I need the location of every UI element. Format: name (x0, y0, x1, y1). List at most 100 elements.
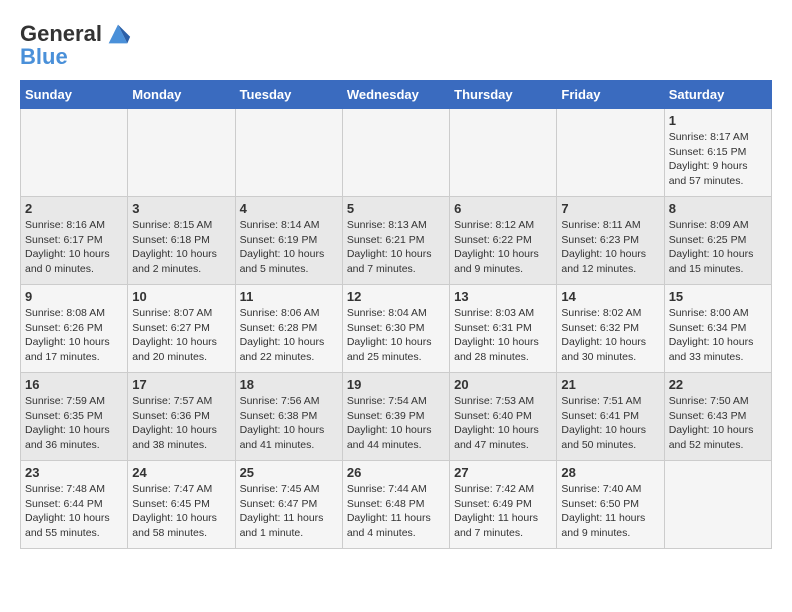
day-number: 11 (240, 289, 338, 304)
calendar-cell: 17 Sunrise: 7:57 AM Sunset: 6:36 PM Dayli… (128, 373, 235, 461)
day-info: Sunrise: 8:04 AM Sunset: 6:30 PM Dayligh… (347, 306, 445, 365)
calendar-cell: 19 Sunrise: 7:54 AM Sunset: 6:39 PM Dayli… (342, 373, 449, 461)
calendar-cell (450, 109, 557, 197)
day-header-sunday: Sunday (21, 81, 128, 109)
day-number: 2 (25, 201, 123, 216)
calendar-cell: 11 Sunrise: 8:06 AM Sunset: 6:28 PM Dayli… (235, 285, 342, 373)
day-number: 10 (132, 289, 230, 304)
day-number: 13 (454, 289, 552, 304)
logo-text: General (20, 22, 102, 46)
day-info: Sunrise: 7:56 AM Sunset: 6:38 PM Dayligh… (240, 394, 338, 453)
page-header: General Blue (20, 20, 772, 70)
day-number: 6 (454, 201, 552, 216)
calendar-table: SundayMondayTuesdayWednesdayThursdayFrid… (20, 80, 772, 549)
calendar-cell: 8Sunrise: 8:09 AM Sunset: 6:25 PM Daylig… (664, 197, 771, 285)
calendar-cell: 25Sunrise: 7:45 AM Sunset: 6:47 PM Dayli… (235, 461, 342, 549)
calendar-cell (235, 109, 342, 197)
logo-icon (104, 20, 132, 48)
day-info: Sunrise: 8:11 AM Sunset: 6:23 PM Dayligh… (561, 218, 659, 277)
calendar-cell: 21Sunrise: 7:51 AM Sunset: 6:41 PM Dayli… (557, 373, 664, 461)
day-header-wednesday: Wednesday (342, 81, 449, 109)
day-info: Sunrise: 7:57 AM Sunset: 6:36 PM Dayligh… (132, 394, 230, 453)
day-info: Sunrise: 7:53 AM Sunset: 6:40 PM Dayligh… (454, 394, 552, 453)
calendar-cell: 14Sunrise: 8:02 AM Sunset: 6:32 PM Dayli… (557, 285, 664, 373)
day-info: Sunrise: 8:15 AM Sunset: 6:18 PM Dayligh… (132, 218, 230, 277)
day-info: Sunrise: 8:00 AM Sunset: 6:34 PM Dayligh… (669, 306, 767, 365)
calendar-cell: 3 Sunrise: 8:15 AM Sunset: 6:18 PM Daylig… (128, 197, 235, 285)
calendar-cell: 7 Sunrise: 8:11 AM Sunset: 6:23 PM Daylig… (557, 197, 664, 285)
calendar-cell: 20 Sunrise: 7:53 AM Sunset: 6:40 PM Dayli… (450, 373, 557, 461)
calendar-cell: 22 Sunrise: 7:50 AM Sunset: 6:43 PM Dayli… (664, 373, 771, 461)
day-number: 22 (669, 377, 767, 392)
day-info: Sunrise: 8:13 AM Sunset: 6:21 PM Dayligh… (347, 218, 445, 277)
day-number: 1 (669, 113, 767, 128)
calendar-cell (557, 109, 664, 197)
week-row: 16 Sunrise: 7:59 AM Sunset: 6:35 PM Dayli… (21, 373, 772, 461)
day-number: 14 (561, 289, 659, 304)
day-info: Sunrise: 8:14 AM Sunset: 6:19 PM Dayligh… (240, 218, 338, 277)
day-info: Sunrise: 8:17 AM Sunset: 6:15 PM Dayligh… (669, 130, 767, 189)
day-info: Sunrise: 8:08 AM Sunset: 6:26 PM Dayligh… (25, 306, 123, 365)
day-number: 23 (25, 465, 123, 480)
calendar-cell (342, 109, 449, 197)
day-info: Sunrise: 7:51 AM Sunset: 6:41 PM Dayligh… (561, 394, 659, 453)
day-number: 27 (454, 465, 552, 480)
day-number: 4 (240, 201, 338, 216)
calendar-cell: 4 Sunrise: 8:14 AM Sunset: 6:19 PM Daylig… (235, 197, 342, 285)
calendar-cell: 9 Sunrise: 8:08 AM Sunset: 6:26 PM Daylig… (21, 285, 128, 373)
week-row: 23 Sunrise: 7:48 AM Sunset: 6:44 PM Dayli… (21, 461, 772, 549)
calendar-cell: 10 Sunrise: 8:07 AM Sunset: 6:27 PM Dayli… (128, 285, 235, 373)
day-header-saturday: Saturday (664, 81, 771, 109)
calendar-cell: 6 Sunrise: 8:12 AM Sunset: 6:22 PM Daylig… (450, 197, 557, 285)
logo: General Blue (20, 20, 132, 70)
calendar-cell: 5 Sunrise: 8:13 AM Sunset: 6:21 PM Daylig… (342, 197, 449, 285)
day-header-thursday: Thursday (450, 81, 557, 109)
day-info: Sunrise: 8:16 AM Sunset: 6:17 PM Dayligh… (25, 218, 123, 277)
day-number: 9 (25, 289, 123, 304)
calendar-cell: 1 Sunrise: 8:17 AM Sunset: 6:15 PM Daylig… (664, 109, 771, 197)
week-row: 1 Sunrise: 8:17 AM Sunset: 6:15 PM Daylig… (21, 109, 772, 197)
day-number: 26 (347, 465, 445, 480)
week-row: 9 Sunrise: 8:08 AM Sunset: 6:26 PM Daylig… (21, 285, 772, 373)
day-number: 20 (454, 377, 552, 392)
day-number: 28 (561, 465, 659, 480)
calendar-cell: 24 Sunrise: 7:47 AM Sunset: 6:45 PM Dayli… (128, 461, 235, 549)
day-info: Sunrise: 7:48 AM Sunset: 6:44 PM Dayligh… (25, 482, 123, 541)
week-row: 2 Sunrise: 8:16 AM Sunset: 6:17 PM Daylig… (21, 197, 772, 285)
calendar-cell: 2 Sunrise: 8:16 AM Sunset: 6:17 PM Daylig… (21, 197, 128, 285)
day-number: 5 (347, 201, 445, 216)
day-number: 16 (25, 377, 123, 392)
calendar-cell (128, 109, 235, 197)
calendar-cell: 13 Sunrise: 8:03 AM Sunset: 6:31 PM Dayli… (450, 285, 557, 373)
day-number: 18 (240, 377, 338, 392)
day-info: Sunrise: 8:06 AM Sunset: 6:28 PM Dayligh… (240, 306, 338, 365)
day-number: 17 (132, 377, 230, 392)
day-info: Sunrise: 7:50 AM Sunset: 6:43 PM Dayligh… (669, 394, 767, 453)
day-number: 12 (347, 289, 445, 304)
day-number: 25 (240, 465, 338, 480)
day-info: Sunrise: 7:59 AM Sunset: 6:35 PM Dayligh… (25, 394, 123, 453)
calendar-cell (21, 109, 128, 197)
day-number: 15 (669, 289, 767, 304)
day-info: Sunrise: 8:03 AM Sunset: 6:31 PM Dayligh… (454, 306, 552, 365)
day-header-friday: Friday (557, 81, 664, 109)
day-header-monday: Monday (128, 81, 235, 109)
day-info: Sunrise: 7:47 AM Sunset: 6:45 PM Dayligh… (132, 482, 230, 541)
day-number: 24 (132, 465, 230, 480)
calendar-cell: 18 Sunrise: 7:56 AM Sunset: 6:38 PM Dayli… (235, 373, 342, 461)
day-info: Sunrise: 7:44 AM Sunset: 6:48 PM Dayligh… (347, 482, 445, 541)
calendar-cell: 23 Sunrise: 7:48 AM Sunset: 6:44 PM Dayli… (21, 461, 128, 549)
day-number: 3 (132, 201, 230, 216)
day-info: Sunrise: 7:54 AM Sunset: 6:39 PM Dayligh… (347, 394, 445, 453)
calendar-cell: 28 Sunrise: 7:40 AM Sunset: 6:50 PM Dayli… (557, 461, 664, 549)
day-info: Sunrise: 8:07 AM Sunset: 6:27 PM Dayligh… (132, 306, 230, 365)
calendar-cell: 12 Sunrise: 8:04 AM Sunset: 6:30 PM Dayli… (342, 285, 449, 373)
day-number: 7 (561, 201, 659, 216)
day-number: 19 (347, 377, 445, 392)
calendar-cell: 27 Sunrise: 7:42 AM Sunset: 6:49 PM Dayli… (450, 461, 557, 549)
calendar-cell: 26 Sunrise: 7:44 AM Sunset: 6:48 PM Dayli… (342, 461, 449, 549)
calendar-cell: 15 Sunrise: 8:00 AM Sunset: 6:34 PM Dayli… (664, 285, 771, 373)
day-info: Sunrise: 8:12 AM Sunset: 6:22 PM Dayligh… (454, 218, 552, 277)
day-info: Sunrise: 7:42 AM Sunset: 6:49 PM Dayligh… (454, 482, 552, 541)
day-info: Sunrise: 7:40 AM Sunset: 6:50 PM Dayligh… (561, 482, 659, 541)
